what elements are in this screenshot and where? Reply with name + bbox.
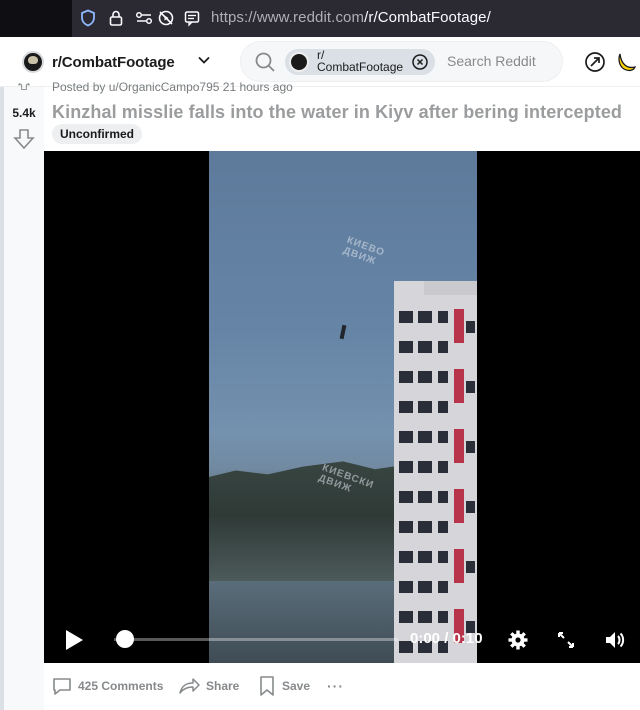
comment-icon [53, 678, 71, 695]
fullscreen-icon[interactable] [555, 629, 577, 651]
search-placeholder: Search Reddit [447, 53, 536, 69]
lock-icon[interactable] [106, 8, 126, 28]
video-watermark-1: КИЕВО ДВИЖ [341, 234, 387, 268]
subreddit-avatar[interactable] [22, 51, 44, 73]
url-text[interactable]: https://www.reddit.com/r/CombatFootage/ [211, 9, 491, 26]
video-player[interactable]: КИЕВО ДВИЖ КИЕВСКИ ДВИЖ 0:00 / 0:10 [44, 151, 640, 663]
video-frame[interactable]: КИЕВО ДВИЖ КИЕВСКИ ДВИЖ [209, 151, 477, 663]
downvote-icon[interactable] [12, 127, 36, 151]
vote-column: 5.4k [4, 83, 44, 710]
video-missile [339, 324, 347, 340]
save-button[interactable]: Save [258, 673, 310, 699]
post-actions: 425 Comments Share Save ··· [44, 663, 640, 710]
share-icon [179, 678, 200, 694]
close-icon[interactable] [411, 53, 429, 71]
chip-label: r/CombatFootage [317, 49, 409, 73]
share-button[interactable]: Share [178, 673, 239, 699]
upvote-icon[interactable] [12, 83, 36, 97]
banana-icon[interactable] [615, 50, 639, 74]
video-controls: 0:00 / 0:10 [44, 621, 640, 663]
play-icon[interactable] [64, 629, 84, 651]
settings-icon[interactable] [507, 629, 529, 651]
save-label: Save [282, 679, 311, 693]
post-title[interactable]: Kinzhal misslie falls into the water in … [52, 102, 622, 123]
autoplay-blocked-icon[interactable] [156, 8, 176, 28]
comments-button[interactable]: 425 Comments [52, 673, 163, 699]
subreddit-name[interactable]: r/CombatFootage [52, 54, 175, 71]
chevron-down-icon[interactable] [196, 52, 212, 68]
permissions-icon[interactable] [134, 8, 154, 28]
video-building [394, 281, 477, 663]
time-display: 0:00 / 0:10 [410, 630, 483, 647]
scrub-track[interactable] [114, 638, 398, 641]
comments-label: 425 Comments [78, 679, 164, 693]
bookmark-icon [260, 676, 274, 696]
more-options-label: ··· [327, 678, 344, 694]
chip-label-name: CombatFootage [317, 60, 404, 74]
search-scope-chip[interactable]: r/CombatFootage [285, 49, 435, 75]
shield-icon[interactable] [78, 8, 98, 28]
search-icon [255, 52, 275, 72]
post-flair[interactable]: Unconfirmed [52, 124, 143, 144]
reader-view-icon[interactable] [182, 8, 202, 28]
chip-avatar [289, 52, 309, 72]
more-options-button[interactable]: ··· [327, 673, 344, 699]
share-label: Share [206, 679, 240, 693]
popular-icon[interactable] [583, 50, 607, 74]
url-host: https://www.reddit.com [211, 9, 365, 26]
vote-count: 5.4k [12, 106, 36, 120]
url-path: /r/CombatFootage/ [364, 9, 491, 26]
browser-toolbar: https://www.reddit.com/r/CombatFootage/ [0, 0, 640, 37]
post-card[interactable]: 5.4k Posted by u/OrganicCampo795 21 hour… [4, 80, 640, 710]
scrub-handle[interactable] [116, 630, 134, 648]
posted-by[interactable]: Posted by u/OrganicCampo795 21 hours ago [52, 80, 293, 94]
toolbar-edge [0, 0, 72, 37]
search-bar[interactable]: r/CombatFootage Search Reddit [240, 41, 563, 82]
volume-icon[interactable] [604, 629, 626, 651]
